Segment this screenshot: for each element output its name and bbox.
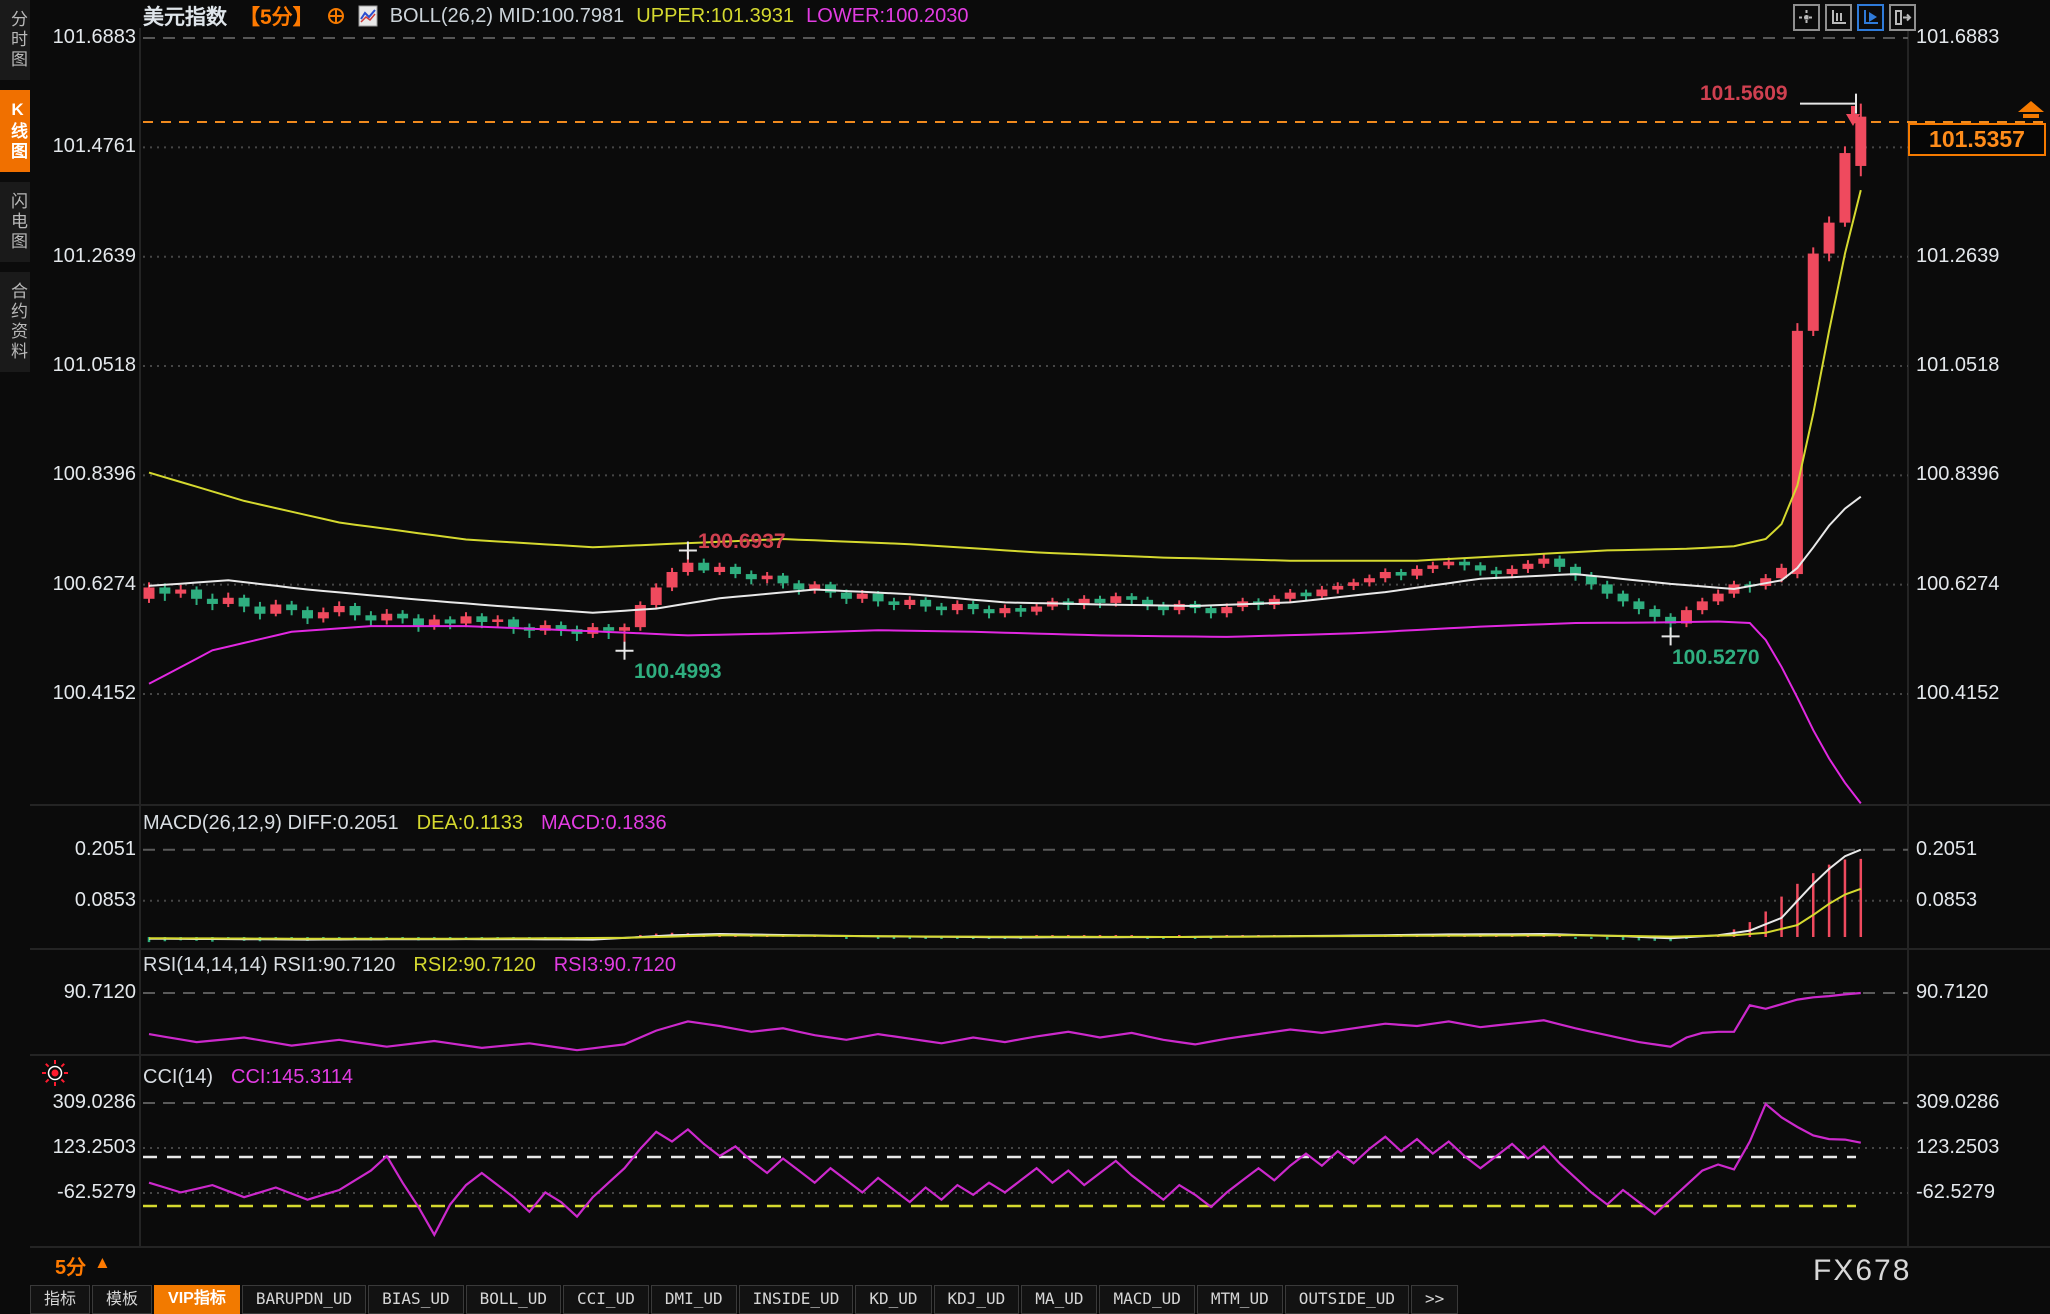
cci-value: CCI:145.3114 — [231, 1066, 353, 1089]
tab-INSIDE_UD[interactable]: INSIDE_UD — [739, 1285, 854, 1314]
target-icon[interactable] — [326, 6, 346, 26]
tab-KD_UD[interactable]: KD_UD — [855, 1285, 931, 1314]
axis-scale-icon[interactable] — [1825, 4, 1852, 31]
indicator-tab-bar: 指标模板VIP指标BARUPDN_UDBIAS_UDBOLL_UDCCI_UDD… — [30, 1285, 2050, 1314]
macd-header: MACD(26,12,9) DIFF:0.2051 DEA:0.1133 MAC… — [143, 812, 667, 835]
last-high-label: 101.5609 — [1700, 82, 1788, 106]
y-axis-label: 123.2503 — [28, 1136, 136, 1159]
sidebar-item-3[interactable]: 合约资料 — [0, 272, 30, 372]
y-axis-label: -62.5279 — [28, 1181, 136, 1204]
rsi2-value: RSI2:90.7120 — [413, 954, 535, 977]
cci-header: CCI(14) CCI:145.3114 — [143, 1066, 353, 1089]
y-axis-label: 101.6883 — [28, 26, 136, 49]
candlestick-chart-icon[interactable] — [358, 5, 378, 27]
footer-interval-label[interactable]: 5分 — [55, 1251, 86, 1280]
pan-crosshair-icon[interactable] — [1793, 4, 1820, 31]
y-axis-label: 90.7120 — [1916, 981, 1988, 1004]
boll-upper-value: UPPER:101.3931 — [636, 5, 794, 28]
y-axis-label: 101.0518 — [28, 354, 136, 377]
tab-BARUPDN_UD[interactable]: BARUPDN_UD — [242, 1285, 366, 1314]
tab-KDJ_UD[interactable]: KDJ_UD — [934, 1285, 1020, 1314]
y-axis-label: 90.7120 — [28, 981, 136, 1004]
tab-OUTSIDE_UD[interactable]: OUTSIDE_UD — [1285, 1285, 1409, 1314]
tab-BOLL_UD[interactable]: BOLL_UD — [466, 1285, 561, 1314]
chart-header: 美元指数 【5分】 BOLL(26,2) MID:100.7981 UPPER:… — [143, 3, 969, 29]
y-axis-label: 309.0286 — [28, 1091, 136, 1114]
detach-window-icon[interactable] — [1889, 4, 1916, 31]
sidebar-item-2[interactable]: 闪电图 — [0, 182, 30, 262]
tab-指标[interactable]: 指标 — [30, 1285, 90, 1314]
recent-low-label: 100.5270 — [1672, 646, 1760, 670]
y-axis-label: 101.6883 — [1916, 26, 1999, 49]
macd-diff-value: MACD(26,12,9) DIFF:0.2051 — [143, 812, 399, 835]
sidebar-item-1[interactable]: K线图 — [0, 90, 30, 172]
tab-MTM_UD[interactable]: MTM_UD — [1197, 1285, 1283, 1314]
y-axis-label: 101.2639 — [1916, 245, 1999, 268]
tab-DMI_UD[interactable]: DMI_UD — [651, 1285, 737, 1314]
y-axis-label: 0.2051 — [1916, 838, 1977, 861]
swing-low-label: 100.4993 — [634, 660, 722, 684]
tab->>[interactable]: >> — [1411, 1285, 1458, 1314]
y-axis-label: 309.0286 — [1916, 1091, 1999, 1114]
chart-toolbar — [1793, 4, 1916, 31]
tab-MACD_UD[interactable]: MACD_UD — [1099, 1285, 1194, 1314]
tab-模板[interactable]: 模板 — [92, 1285, 152, 1314]
tab-VIP指标[interactable]: VIP指标 — [154, 1285, 240, 1314]
y-axis-label: 100.4152 — [28, 682, 136, 705]
rsi1-value: RSI(14,14,14) RSI1:90.7120 — [143, 954, 395, 977]
symbol-name: 美元指数 — [143, 1, 227, 31]
y-axis-label: 100.8396 — [28, 463, 136, 486]
y-axis-label: 101.0518 — [1916, 354, 1999, 377]
rsi3-value: RSI3:90.7120 — [554, 954, 676, 977]
trading-app: 分时图 K线图闪电图合约资料 美元指数 【5分】 BOLL(26,2) MID:1… — [0, 0, 2050, 1314]
y-axis-label: 100.8396 — [1916, 463, 1999, 486]
rsi-header: RSI(14,14,14) RSI1:90.7120 RSI2:90.7120 … — [143, 954, 676, 977]
alert-icon[interactable] — [40, 1058, 70, 1093]
tab-CCI_UD[interactable]: CCI_UD — [563, 1285, 649, 1314]
interval-label[interactable]: 【5分】 — [239, 1, 314, 31]
y-axis-label: 100.4152 — [1916, 682, 1999, 705]
last-price-box: 101.5357 — [1908, 123, 2046, 156]
boll-lower-value: LOWER:100.2030 — [806, 5, 968, 28]
macd-dea-value: DEA:0.1133 — [417, 812, 523, 835]
watermark: FX678 — [1813, 1254, 1911, 1288]
tab-MA_UD[interactable]: MA_UD — [1021, 1285, 1097, 1314]
macd-macd-value: MACD:0.1836 — [541, 812, 667, 835]
sidebar-item-0[interactable]: 分时图 — [0, 0, 30, 80]
y-axis-label: 100.6274 — [28, 573, 136, 596]
y-axis-label: 123.2503 — [1916, 1136, 1999, 1159]
interval-up-triangle-icon[interactable]: ▲ — [94, 1253, 111, 1273]
cci-title: CCI(14) — [143, 1066, 213, 1089]
price-up-arrow-icon — [2018, 101, 2044, 125]
tab-BIAS_UD[interactable]: BIAS_UD — [368, 1285, 463, 1314]
y-axis-label: 0.0853 — [1916, 889, 1977, 912]
boll-mid-value: BOLL(26,2) MID:100.7981 — [390, 5, 625, 28]
y-axis-label: 0.2051 — [28, 838, 136, 861]
chart-type-rail: 分时图 K线图闪电图合约资料 — [0, 0, 30, 382]
y-axis-label: 101.4761 — [28, 135, 136, 158]
axis-autoplay-icon[interactable] — [1857, 4, 1884, 31]
y-axis-label: 0.0853 — [28, 889, 136, 912]
y-axis-label: 101.2639 — [28, 245, 136, 268]
y-axis-label: 100.6274 — [1916, 573, 1999, 596]
swing-high-label: 100.6937 — [698, 530, 786, 554]
y-axis-label: -62.5279 — [1916, 1181, 1995, 1204]
